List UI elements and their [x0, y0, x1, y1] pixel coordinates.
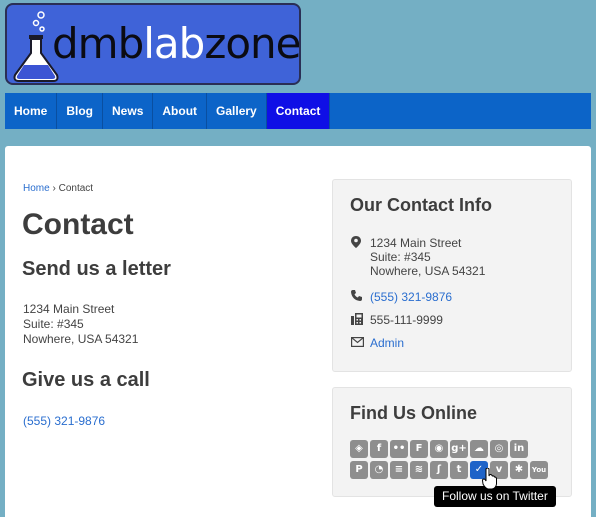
breadcrumb-current: Contact: [58, 183, 94, 194]
social-icon-grid: ◈ f •• F ◉ g+ ☁ ◎ in P ◔ ≡ ≋ ʃ t ✓ v ✱ Y…: [350, 440, 560, 482]
youtube-icon[interactable]: You: [530, 461, 548, 479]
nav-blog[interactable]: Blog: [57, 93, 104, 129]
fax-row: 555-111-9999: [351, 313, 443, 328]
info-address-line-1: 1234 Main Street: [370, 236, 462, 250]
tumblr-icon[interactable]: t: [450, 461, 468, 479]
info-email-link[interactable]: Admin: [370, 336, 404, 350]
breadcrumb: Home › Contact: [23, 183, 93, 194]
codepen-icon[interactable]: ◈: [350, 440, 368, 458]
stack-overflow-icon[interactable]: ≋: [410, 461, 428, 479]
info-phone-link[interactable]: (555) 321-9876: [370, 290, 452, 304]
cloud-icon[interactable]: ☁: [470, 440, 488, 458]
linkedin-icon[interactable]: in: [510, 440, 528, 458]
social-row-1: ◈ f •• F ◉ g+ ☁ ◎ in: [350, 440, 560, 458]
phone-link[interactable]: (555) 321-9876: [23, 414, 105, 428]
pinterest-icon[interactable]: P: [350, 461, 368, 479]
address-line-1: 1234 Main Street: [23, 302, 115, 316]
email-row: Admin: [351, 336, 404, 350]
content-card: Home › Contact Contact Send us a letter …: [5, 146, 591, 517]
breadcrumb-separator: ›: [52, 183, 56, 194]
nav-contact[interactable]: Contact: [266, 93, 331, 129]
find-us-widget: Find Us Online ◈ f •• F ◉ g+ ☁ ◎ in P ◔ …: [332, 387, 572, 497]
info-address-line-2: Suite: #345: [370, 250, 431, 264]
site-logo[interactable]: dmblabzone: [5, 3, 301, 85]
stumbleupon-icon[interactable]: ʃ: [430, 461, 448, 479]
rss-icon[interactable]: ◔: [370, 461, 388, 479]
stack-exchange-icon[interactable]: ≡: [390, 461, 408, 479]
github-icon[interactable]: ◉: [430, 440, 448, 458]
mailing-address: 1234 Main Street Suite: #345 Nowhere, US…: [23, 302, 138, 347]
info-address-line-3: Nowhere, USA 54321: [370, 264, 486, 278]
page-title: Contact: [22, 208, 134, 241]
logo-wordmark: dmblabzone: [52, 19, 301, 68]
phone-row: (555) 321-9876: [351, 290, 452, 304]
info-fax: 555-111-9999: [370, 313, 443, 327]
envelope-icon: [351, 336, 370, 350]
facebook-icon[interactable]: f: [370, 440, 388, 458]
nav-gallery[interactable]: Gallery: [207, 93, 267, 129]
breadcrumb-home-link[interactable]: Home: [23, 183, 50, 194]
instagram-icon[interactable]: ◎: [490, 440, 508, 458]
phone-icon: [351, 290, 370, 304]
call-heading: Give us a call: [22, 369, 150, 391]
yelp-icon[interactable]: ✱: [510, 461, 528, 479]
google-plus-icon[interactable]: g+: [450, 440, 468, 458]
hand-cursor-icon: [482, 468, 497, 490]
contact-info-title: Our Contact Info: [350, 195, 492, 215]
social-row-2: P ◔ ≡ ≋ ʃ t ✓ v ✱ You: [350, 461, 560, 479]
fax-icon: [351, 313, 370, 328]
find-us-title: Find Us Online: [350, 403, 478, 423]
main-nav: Home Blog News About Gallery Contact: [5, 93, 591, 129]
foursquare-icon[interactable]: F: [410, 440, 428, 458]
nav-about[interactable]: About: [153, 93, 208, 129]
flickr-icon[interactable]: ••: [390, 440, 408, 458]
address-line-2: Suite: #345: [23, 317, 84, 331]
map-marker-icon: [351, 236, 370, 278]
address-row: 1234 Main Street Suite: #345 Nowhere, US…: [351, 236, 485, 278]
contact-info-widget: Our Contact Info 1234 Main Street Suite:…: [332, 179, 572, 372]
address-line-3: Nowhere, USA 54321: [23, 332, 139, 346]
letter-heading: Send us a letter: [22, 258, 171, 280]
nav-home[interactable]: Home: [5, 93, 58, 129]
nav-news[interactable]: News: [103, 93, 154, 129]
